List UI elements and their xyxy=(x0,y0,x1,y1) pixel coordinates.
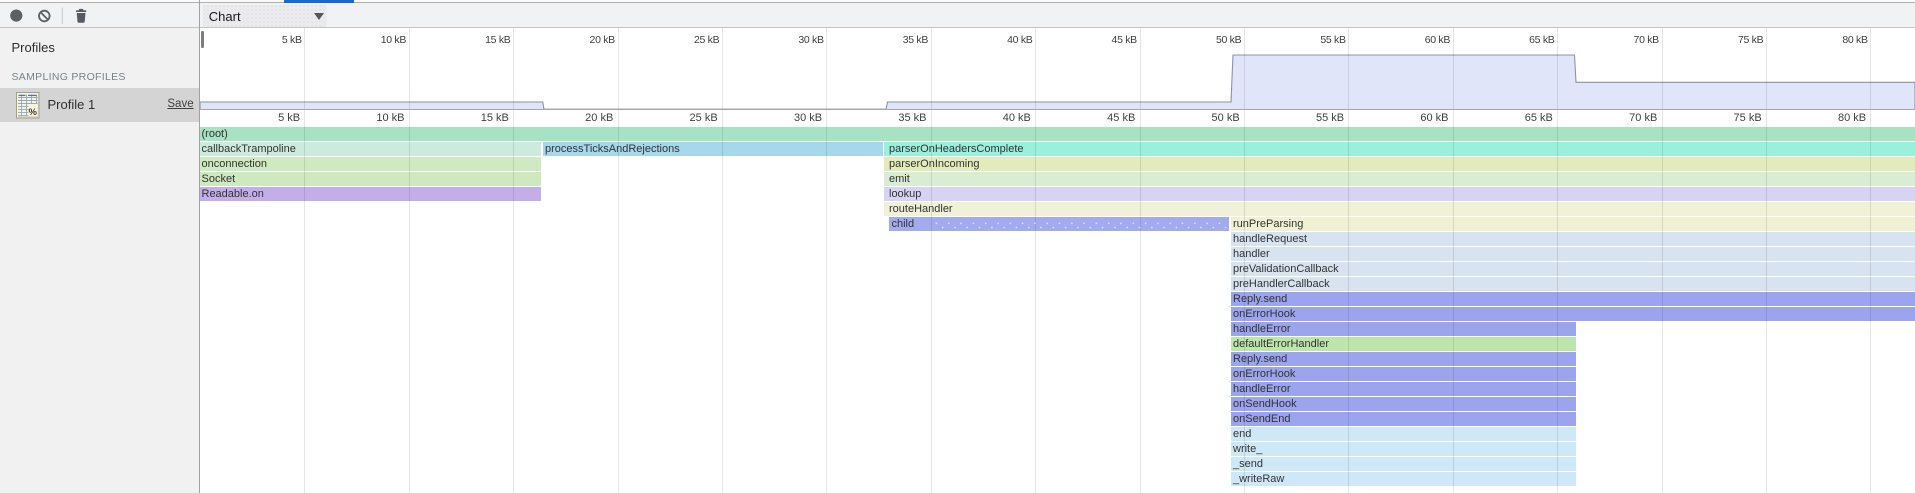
svg-text:%: % xyxy=(29,107,38,118)
